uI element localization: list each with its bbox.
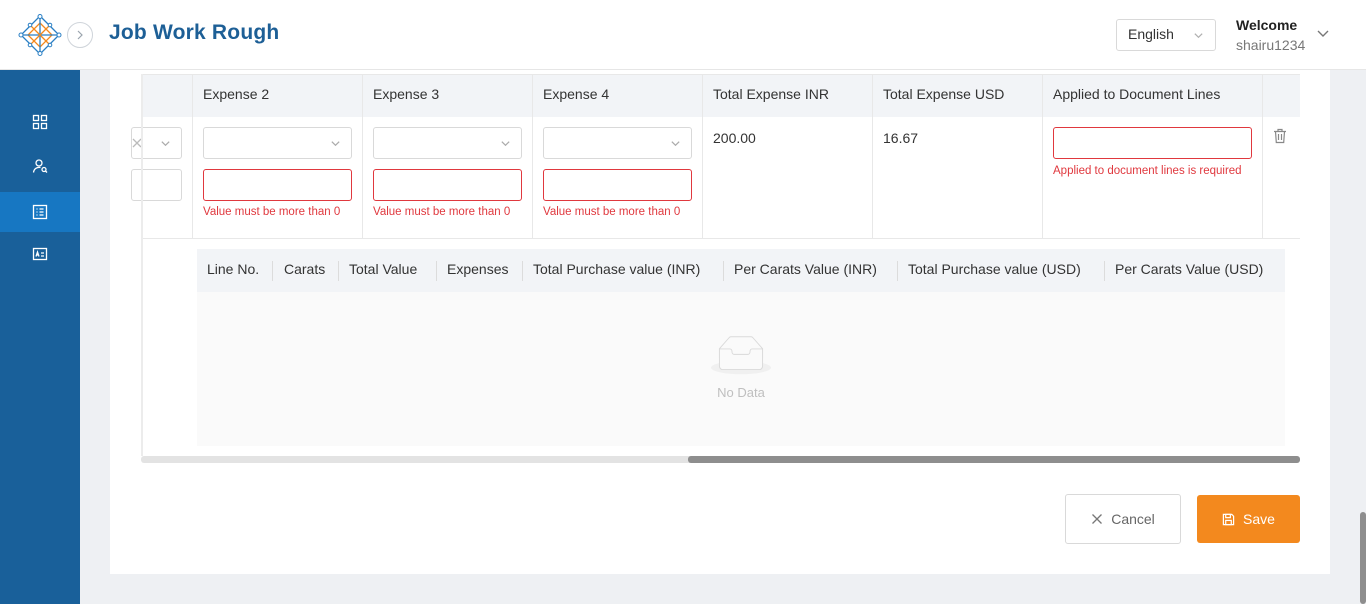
save-button[interactable]: Save [1197,495,1300,543]
total-expense-inr-value: 200.00 [713,130,756,146]
lines-table-header: Line No. Carats Total Value Expenses Tot… [197,249,1285,292]
chevron-down-icon [671,141,680,147]
column-divider [436,261,437,281]
total-expense-usd-column: Total Expense USD 16.67 [873,74,1043,239]
column-header-total-expense-usd: Total Expense USD [883,86,1005,102]
users-search-icon [32,159,48,173]
applied-lines-select[interactable] [1053,127,1252,159]
top-header: Job Work Rough English Welcome shairu123… [0,0,1366,70]
username-label: shairu1234 [1236,37,1306,53]
chevron-down-icon [1194,33,1203,39]
language-select-value: English [1128,26,1174,42]
expense-4-amount-input[interactable] [543,169,692,201]
expense-1-column [131,74,193,239]
column-divider [522,261,523,281]
column-header-total-expense-inr: Total Expense INR [713,86,829,102]
id-card-icon [32,247,48,261]
chevron-down-icon [331,141,340,147]
column-header-total-value: Total Value [349,261,418,277]
expense-3-error: Value must be more than 0 [373,206,511,218]
horizontal-scrollbar[interactable] [141,456,1300,463]
column-header-expense-3: Expense 3 [373,86,440,102]
horizontal-scrollbar-thumb[interactable] [688,456,1300,463]
expense-1-select[interactable] [131,127,182,159]
expense-4-column: Expense 4 Value must be more than 0 [533,74,703,239]
dashboard-grid-icon [32,114,48,130]
empty-state-text: No Data [717,385,765,400]
document-lines-table: Line No. Carats Total Value Expenses Tot… [197,249,1285,446]
column-header-total-purchase-usd: Total Purchase value (USD) [908,261,1081,277]
document-list-icon [32,204,48,220]
column-header-carats: Carats [284,261,326,277]
column-header-per-carats-usd: Per Carats Value (USD) [1115,261,1264,277]
cancel-button[interactable]: Cancel [1065,494,1181,544]
applied-lines-column: Applied to Document Lines Applied to doc… [1043,74,1263,239]
welcome-label: Welcome [1236,17,1298,33]
column-divider [723,261,724,281]
expense-1-amount-input[interactable] [131,169,182,201]
expense-3-amount-input[interactable] [373,169,522,201]
expense-2-column: Expense 2 Value must be more than 0 [193,74,363,239]
expense-table: Expense 2 Value must be more than 0 Expe… [131,74,1300,239]
column-header-expense-2: Expense 2 [203,86,270,102]
column-header-expenses: Expenses [447,261,509,277]
table-fixed-shadow [141,74,143,456]
expense-2-error: Value must be more than 0 [203,206,341,218]
sidebar-item-dashboard[interactable] [0,102,80,142]
sidebar [0,70,80,604]
expense-4-error: Value must be more than 0 [543,206,681,218]
column-divider [1104,261,1105,281]
close-icon [1092,514,1103,524]
column-header-applied-lines: Applied to Document Lines [1053,86,1221,102]
applied-lines-error: Applied to document lines is required [1053,165,1242,177]
column-header-expense-4: Expense 4 [543,86,610,102]
expense-2-amount-input[interactable] [203,169,352,201]
delete-row-icon[interactable] [1273,128,1287,144]
expense-3-select[interactable] [373,127,522,159]
column-header-total-purchase-inr: Total Purchase value (INR) [533,261,701,277]
expense-4-select[interactable] [543,127,692,159]
page-vertical-scrollbar[interactable] [1360,512,1366,604]
sidebar-item-id-card[interactable] [0,234,80,274]
app-logo-icon[interactable] [18,14,62,56]
total-expense-usd-value: 16.67 [883,130,919,146]
sidebar-item-users[interactable] [0,146,80,186]
column-header-per-carats-inr: Per Carats Value (INR) [734,261,877,277]
chevron-down-icon [501,141,510,147]
column-header-line-no: Line No. [207,261,260,277]
sidebar-toggle-button[interactable] [67,22,93,48]
column-divider [897,261,898,281]
language-select[interactable]: English [1116,19,1216,51]
chevron-right-icon [77,30,83,40]
total-expense-inr-column: Total Expense INR 200.00 [703,74,873,239]
save-button-label: Save [1243,511,1275,527]
expense-3-column: Expense 3 Value must be more than 0 [363,74,533,239]
column-divider [338,261,339,281]
user-menu-chevron-icon[interactable] [1316,27,1330,41]
chevron-down-icon [161,141,170,147]
column-divider [272,261,273,281]
cancel-button-label: Cancel [1111,511,1155,527]
save-icon [1222,513,1235,525]
empty-inbox-icon [711,336,771,375]
page-title: Job Work Rough [109,21,280,44]
sidebar-item-documents[interactable] [0,192,80,232]
expense-2-select[interactable] [203,127,352,159]
